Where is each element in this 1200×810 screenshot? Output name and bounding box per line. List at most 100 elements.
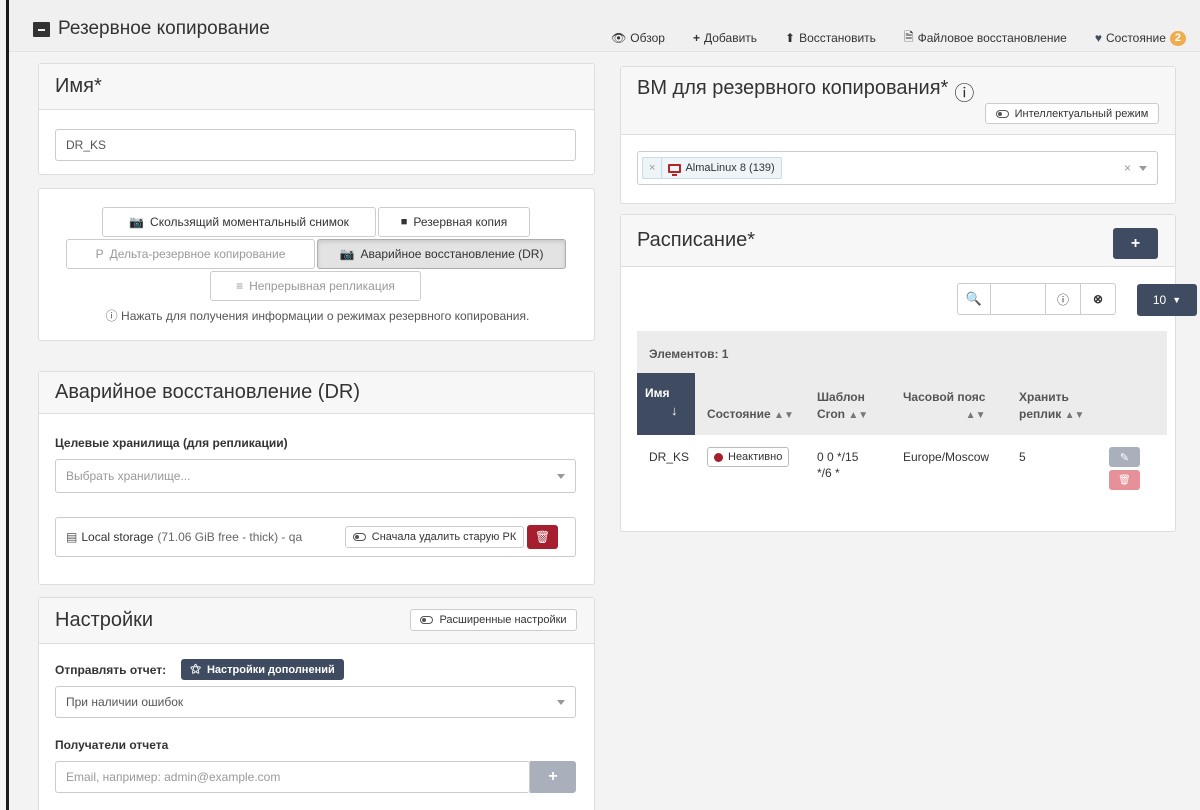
search-input[interactable] [990,283,1046,315]
smart-mode-toggle[interactable]: Интеллектуальный режим [985,103,1159,124]
search-info-button[interactable]: ⓘ [1045,283,1081,315]
delete-schedule-button[interactable]: 🗑 [1109,470,1140,490]
mode-hint[interactable]: ⓘ Нажать для получения информации о режи… [39,307,596,324]
health-badge: 2 [1169,30,1186,46]
eye-icon: 👁 [611,31,627,45]
pencil-icon: ✎ [1119,451,1130,464]
advanced-settings-toggle[interactable]: Расширенные настройки [410,609,577,631]
items-count: Элементов: 1 [649,347,729,361]
heartbeat-icon: ♥ [1094,31,1102,45]
archive-icon: ■ [400,216,408,228]
sort-icon: ▲▼ [1064,410,1085,421]
sort-icon: ▲▼ [848,410,869,421]
report-select[interactable]: При наличии ошибок [55,686,576,718]
delta-icon: Р [95,247,104,261]
toggle-icon [995,109,1009,118]
add-schedule-button[interactable]: + [1113,228,1158,259]
camera-icon: 📷 [339,247,355,261]
vm-tag: × AlmaLinux 8 (139) [642,157,782,179]
remove-vm-tag[interactable]: × [643,158,663,178]
continuous-replication-button[interactable]: ≡ Непрерывная репликация [210,271,421,301]
smart-mode-label: Интеллектуальный режим [1014,107,1149,120]
vm-panel: ВМ для резервного копирования* ⓘ Интелле… [620,66,1176,204]
search-button[interactable]: 🔍 [957,283,991,315]
page-size-dropdown[interactable]: 10 ▼ [1137,284,1197,316]
tab-health-label: Состояние [1105,31,1166,45]
backup-button[interactable]: ■ Резервная копия [378,207,530,237]
column-timezone[interactable]: Часовой пояс ▲▼ [903,389,985,424]
settings-panel: Настройки Расширенные настройки Отправля… [38,597,595,810]
column-state-label: Состояние [707,407,771,421]
plus-icon: + [1130,234,1141,252]
backup-label: Резервная копия [413,215,508,229]
page-size-value: 10 [1152,293,1167,307]
column-state[interactable]: Состояние ▲▼ [707,406,794,424]
table-header: Имя ↓ Состояние ▲▼ Шаблон Cron ▲▼ Часово… [637,373,1167,435]
column-keep[interactable]: Хранить реплик ▲▼ [1019,389,1084,424]
target-storage-select[interactable]: Выбрать хранилище... [55,459,576,493]
dr-panel-header: Аварийное восстановление (DR) [39,372,594,414]
plugin-settings-label: Настройки дополнений [206,663,335,676]
status-badge: Неактивно [707,447,790,467]
chevron-down-icon [557,700,565,705]
camera-icon: 📷 [129,215,145,229]
plus-icon: + [548,768,558,785]
trash-icon: 🗑 [1118,474,1131,486]
row-keep: 5 [1019,450,1026,464]
rolling-snapshot-button[interactable]: 📷 Скользящий моментальный снимок [102,207,376,237]
database-icon: ▤ [66,530,78,544]
row-cron: 0 0 */15 */6 * [817,449,858,481]
recipients-placeholder: Email, например: admin@example.com [66,770,281,784]
target-storage-placeholder: Выбрать хранилище... [66,469,191,483]
plugin-icon: ⚝ [190,663,201,675]
trash-icon: 🗑 [534,530,551,544]
settings-panel-title: Настройки [55,609,154,631]
row-cron-1: 0 0 */15 [817,450,859,464]
schedule-panel-header: Расписание* [621,215,1175,267]
vm-tag-label: AlmaLinux 8 (139) [685,162,775,174]
remove-storage-button[interactable]: 🗑 [527,525,558,549]
row-name: DR_KS [649,450,690,464]
info-icon[interactable]: ⓘ [954,77,974,106]
sorted-column-header[interactable]: Имя ↓ [637,373,695,435]
page-title: Резервное копирование [33,18,270,40]
storage-detail: (71.06 GiB free - thick) - qa [157,530,303,544]
info-icon: ⓘ [105,309,118,323]
vm-select-clear[interactable]: × [1124,161,1131,175]
continuous-icon: ≡ [236,279,244,293]
disaster-recovery-button[interactable]: 📷 Аварийное восстановление (DR) [317,239,566,269]
tab-file-restore[interactable]: 🗎 Файловое восстановление [890,29,1081,47]
desktop-icon [668,163,682,176]
mode-hint-text: Нажать для получения информации о режима… [121,309,530,323]
file-icon: 🗎 [903,29,914,44]
row-cron-2: */6 * [817,466,840,480]
column-keep-label-2: реплик [1019,407,1062,421]
delta-backup-button[interactable]: Р Дельта-резервное копирование [66,239,315,269]
report-select-value: При наличии ошибок [66,695,184,709]
app-frame: Резервное копирование 👁 Обзор + Добавить… [0,0,1200,810]
column-cron-label-1: Шаблон [817,390,865,404]
column-cron[interactable]: Шаблон Cron ▲▼ [817,389,868,424]
recipients-input[interactable]: Email, например: admin@example.com [55,761,530,793]
arrow-down-icon: ↓ [671,403,678,418]
name-input[interactable]: DR_KS [55,129,576,161]
close-circle-icon: ⊗ [1092,292,1104,306]
delete-old-first-label: Сначала удалить старую РК [371,531,517,543]
tab-overview-label: Обзор [630,31,665,45]
plugin-settings-button[interactable]: ⚝ Настройки дополнений [181,659,344,680]
header-tabs: 👁 Обзор + Добавить ⬆ Восстановить 🗎 Файл… [597,29,1200,47]
mode-panel: 📷 Скользящий моментальный снимок ■ Резер… [38,188,595,341]
delete-old-first-toggle[interactable]: Сначала удалить старую РК [345,526,524,548]
tab-file-restore-label: Файловое восстановление [917,31,1067,45]
chevron-down-icon: ▼ [1172,295,1182,305]
search-icon: 🔍 [965,291,983,306]
table-row: DR_KS Неактивно 0 0 */15 */6 * Europe/Mo… [637,435,1167,505]
add-recipient-button[interactable]: + [530,761,576,793]
search-clear-button[interactable]: ⊗ [1080,283,1116,315]
tab-overview[interactable]: 👁 Обзор [597,29,679,47]
edit-schedule-button[interactable]: ✎ [1109,447,1140,467]
disaster-recovery-label: Аварийное восстановление (DR) [360,247,544,261]
tab-add[interactable]: + Добавить [679,29,771,47]
tab-restore[interactable]: ⬆ Восстановить [771,29,890,47]
tab-health[interactable]: ♥ Состояние 2 [1081,29,1200,47]
